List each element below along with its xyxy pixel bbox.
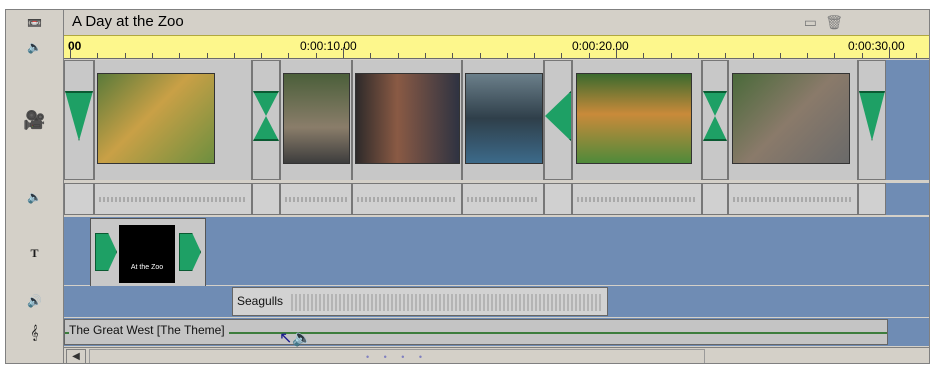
ruler-tick [315, 53, 317, 58]
sound-effect-icon[interactable]: 🔊 [6, 290, 63, 312]
audio-clip[interactable] [858, 183, 886, 215]
audio-clip[interactable] [64, 183, 94, 215]
ruler-tick [534, 53, 536, 58]
ruler-tick [397, 53, 399, 58]
music-clip[interactable]: The Great West [The Theme] [64, 319, 888, 345]
timeline-ruler[interactable]: 00 0:00:10.00 0:00:20.00 0:00:30.00 [64, 35, 929, 59]
scroll-thumb[interactable]: • • • • [89, 349, 705, 363]
ruler-tick [479, 53, 481, 58]
transition-clip[interactable] [64, 60, 94, 180]
project-title: A Day at the Zoo [72, 13, 184, 30]
music-clip-label: The Great West [The Theme] [69, 323, 229, 337]
ruler-tick [424, 53, 426, 58]
transition-clip[interactable] [544, 60, 572, 180]
audio-clip[interactable] [728, 183, 858, 215]
audio-clip[interactable] [280, 183, 352, 215]
video-clip[interactable] [462, 60, 544, 180]
video-editor-window: 📼 🔈 🎥 🔈 T 🔊 𝄞 A Day at the Zoo ▭ 🗑 00 0:… [5, 9, 930, 364]
ruler-tick [588, 53, 590, 58]
track-header-column: 📼 🔈 🎥 🔈 T 🔊 𝄞 [6, 10, 64, 363]
ruler-tick [752, 53, 754, 58]
elephant-thumbnail [732, 73, 850, 164]
audio-clip[interactable] [572, 183, 702, 215]
audio-clip[interactable] [544, 183, 572, 215]
ruler-tick [889, 47, 890, 58]
ruler-tick [779, 53, 781, 58]
ruler-tick [834, 53, 836, 58]
video-clip[interactable] [728, 60, 858, 180]
audio-clip[interactable] [462, 183, 544, 215]
tiger-thumbnail [576, 73, 692, 164]
ruler-tick [506, 53, 508, 58]
ruler-tick [807, 53, 809, 58]
ruler-tick [343, 47, 344, 58]
project-title-bar: A Day at the Zoo ▭ 🗑 [64, 10, 929, 35]
video-clip[interactable] [94, 60, 252, 180]
ruler-tick [288, 53, 290, 58]
speaker-small-icon[interactable]: 🔈 [6, 186, 63, 208]
ruler-tick [370, 53, 372, 58]
audio-track [886, 183, 929, 215]
music-note-icon[interactable]: 𝄞 [6, 321, 63, 343]
ruler-label-30s: 0:00:30.00 [848, 39, 905, 53]
ruler-tick [643, 53, 645, 58]
sound-effect-clip[interactable]: Seagulls [232, 287, 608, 316]
audio-clip[interactable] [94, 183, 252, 215]
video-clip[interactable] [572, 60, 702, 180]
fade-in-transition [95, 233, 117, 271]
ruler-label-10s: 0:00:10.00 [300, 39, 357, 53]
ruler-tick [179, 53, 181, 58]
family-thumbnail [283, 73, 350, 164]
crowd-thumbnail [465, 73, 543, 164]
scroll-left-button[interactable]: ◀ [66, 349, 86, 363]
audio-clip[interactable] [702, 183, 728, 215]
giraffe-thumbnail [97, 73, 215, 164]
sound-effect-label: Seagulls [237, 294, 284, 308]
ruler-tick [916, 53, 918, 58]
ruler-tick [206, 53, 208, 58]
audio-clip[interactable] [252, 183, 280, 215]
ruler-tick [861, 53, 863, 58]
title-clip[interactable]: At the Zoo [90, 218, 206, 290]
girl-thumbnail [355, 73, 460, 164]
screen-icon[interactable]: ▭ [804, 14, 817, 31]
video-clip[interactable] [352, 60, 462, 180]
ruler-tick [97, 53, 99, 58]
ruler-tick [616, 47, 617, 58]
ruler-tick [233, 53, 235, 58]
transition-clip[interactable] [858, 60, 886, 180]
video-clip[interactable] [280, 60, 352, 180]
volume-adjust-cursor-icon: ↖🔈 [279, 330, 313, 347]
fade-out-transition [179, 233, 201, 271]
ruler-tick [452, 53, 454, 58]
transition-clip[interactable] [252, 60, 280, 180]
ruler-tick [151, 53, 153, 58]
ruler-tick [697, 53, 699, 58]
camera-icon[interactable]: 🎥 [6, 106, 63, 134]
ruler-tick [725, 53, 727, 58]
title-text-icon[interactable]: T [6, 240, 63, 266]
ruler-tick [561, 53, 563, 58]
transition-clip[interactable] [702, 60, 728, 180]
horizontal-scrollbar[interactable]: ◀ • • • • [64, 347, 929, 363]
camcorder-icon[interactable]: 📼 [6, 12, 63, 34]
ruler-tick [70, 47, 71, 58]
ruler-label-20s: 0:00:20.00 [572, 39, 629, 53]
ruler-tick [124, 53, 126, 58]
audio-clip[interactable] [352, 183, 462, 215]
speaker-icon[interactable]: 🔈 [6, 36, 63, 58]
title-thumbnail: At the Zoo [119, 225, 175, 283]
trash-icon[interactable]: 🗑 [825, 14, 843, 31]
ruler-tick [670, 53, 672, 58]
ruler-tick [261, 53, 263, 58]
